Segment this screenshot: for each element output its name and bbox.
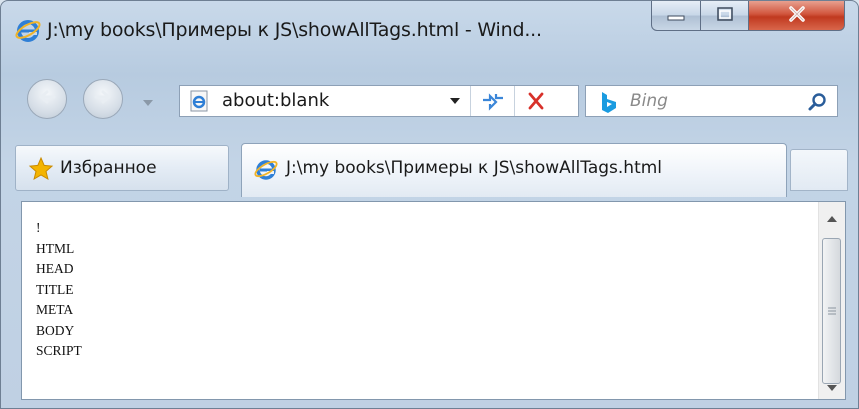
minimize-icon <box>667 6 685 25</box>
tab-active-page[interactable]: J:\my books\Примеры к JS\showAllTags.htm… <box>241 143 787 197</box>
close-button[interactable] <box>749 1 845 31</box>
bing-logo-icon <box>596 90 620 114</box>
forward-button[interactable] <box>83 79 123 119</box>
minimize-button[interactable] <box>651 1 701 31</box>
internet-explorer-icon <box>254 157 278 181</box>
ie-page-icon <box>188 90 210 112</box>
window-title: J:\my books\Примеры к JS\showAllTags.htm… <box>47 19 542 41</box>
list-item: ! <box>36 220 41 235</box>
recent-pages-dropdown[interactable] <box>141 93 155 107</box>
tag-list: ! HTML HEAD TITLE META BODY SCRIPT <box>36 218 82 362</box>
tab-label: J:\my books\Примеры к JS\showAllTags.htm… <box>286 158 663 178</box>
address-input[interactable]: about:blank <box>222 90 329 111</box>
grip-icon <box>827 302 836 321</box>
search-input[interactable]: Bing <box>630 91 668 111</box>
list-item: HTML <box>36 240 75 256</box>
arrow-up-icon <box>827 207 837 226</box>
list-item: META <box>36 302 74 317</box>
search-bar[interactable]: Bing <box>585 85 838 117</box>
star-icon <box>28 156 54 182</box>
vertical-scrollbar[interactable] <box>818 202 845 399</box>
browser-window: J:\my books\Примеры к JS\showAllTags.htm… <box>0 0 859 409</box>
scroll-up-button[interactable] <box>819 204 845 228</box>
favorites-button[interactable]: Избранное <box>15 145 229 191</box>
chevron-down-icon <box>143 91 153 110</box>
internet-explorer-icon <box>15 17 41 43</box>
list-item: TITLE <box>36 281 74 297</box>
compatibility-view-icon[interactable] <box>480 90 506 112</box>
list-item: BODY <box>36 322 75 338</box>
tab-row: Избранное J:\my books\Примеры к JS\showA… <box>1 135 858 201</box>
list-item: SCRIPT <box>36 343 82 358</box>
close-icon <box>787 5 807 27</box>
back-button[interactable] <box>27 79 67 119</box>
list-item: HEAD <box>36 261 74 276</box>
new-tab-button[interactable] <box>790 149 848 191</box>
address-separator <box>470 86 471 116</box>
magnifier-icon[interactable] <box>806 90 830 114</box>
navigation-bar: about:blank Bing <box>1 63 858 135</box>
back-arrow-icon <box>37 89 57 109</box>
scrollbar-thumb[interactable] <box>822 238 841 384</box>
address-dropdown-icon[interactable] <box>448 92 462 110</box>
title-bar[interactable]: J:\my books\Примеры к JS\showAllTags.htm… <box>1 1 858 63</box>
maximize-button[interactable] <box>701 1 749 31</box>
arrow-down-icon <box>827 376 837 395</box>
forward-arrow-icon <box>93 89 113 109</box>
scroll-down-button[interactable] <box>819 373 845 397</box>
address-bar[interactable]: about:blank <box>179 85 579 117</box>
address-separator <box>514 86 515 116</box>
favorites-label: Избранное <box>60 158 157 178</box>
caption-buttons <box>651 1 851 33</box>
maximize-icon <box>716 6 734 26</box>
page-content: ! HTML HEAD TITLE META BODY SCRIPT <box>21 201 846 400</box>
stop-icon[interactable] <box>524 90 548 112</box>
